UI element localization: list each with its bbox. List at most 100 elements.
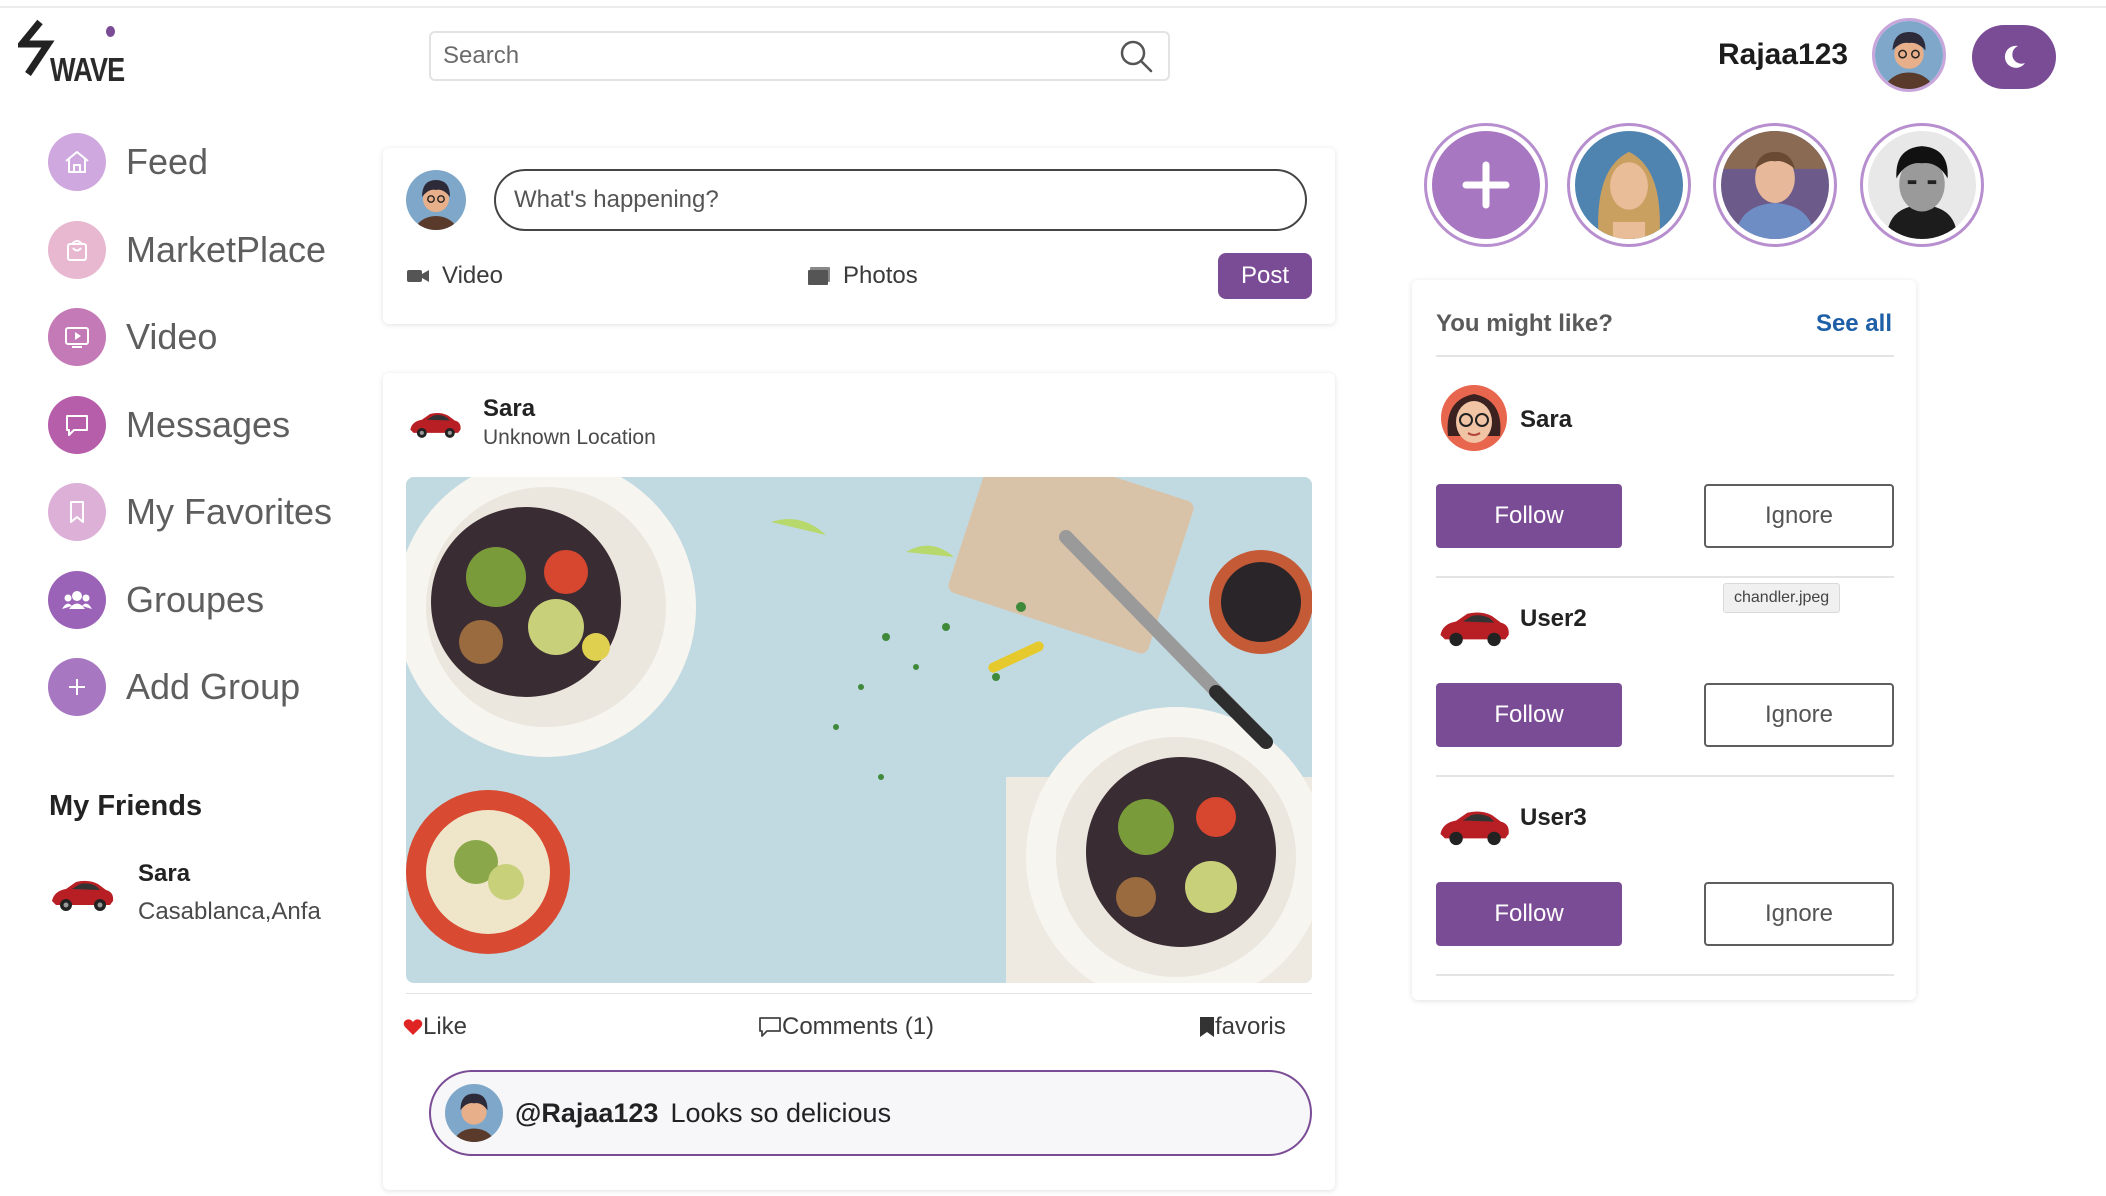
post-composer: Video Photos Post <box>383 148 1335 324</box>
add-story-circle <box>1432 131 1540 239</box>
comment-avatar-image <box>445 1084 503 1142</box>
suggestion-avatar[interactable] <box>1436 384 1512 452</box>
follow-button[interactable]: Follow <box>1436 683 1622 747</box>
chat-icon <box>48 395 106 454</box>
ignore-button[interactable]: Ignore <box>1704 683 1894 747</box>
comment-text: Looks so delicious <box>670 1097 892 1128</box>
add-story-button[interactable] <box>1424 123 1548 247</box>
suggestion-name[interactable]: Sara <box>1520 406 1572 434</box>
post-divider <box>406 993 1312 994</box>
food-photo <box>406 477 1312 983</box>
current-username[interactable]: Rajaa123 <box>1718 38 1848 72</box>
avatar <box>445 1084 503 1142</box>
favoris-button[interactable]: favoris <box>1199 1013 1286 1041</box>
story-1-photo <box>1575 131 1683 239</box>
divider <box>1436 974 1894 976</box>
suggestion-avatar[interactable] <box>1436 791 1512 859</box>
home-icon <box>48 133 106 191</box>
suggestion-name[interactable]: User3 <box>1520 804 1587 832</box>
ignore-button[interactable]: Ignore <box>1704 484 1894 548</box>
favoris-label: favoris <box>1215 1013 1286 1040</box>
suggestion-avatar[interactable] <box>1436 592 1512 660</box>
shopping-bag-icon <box>48 220 106 279</box>
bookmark-icon <box>48 483 106 541</box>
friend-location: Casablanca,Anfa <box>138 898 321 925</box>
friends-section-title: My Friends <box>49 790 203 822</box>
video-camera-icon <box>407 270 429 282</box>
follow-button[interactable]: Follow <box>1436 484 1622 548</box>
composer-avatar-image <box>406 170 466 230</box>
composer-input[interactable] <box>494 169 1307 231</box>
post-card: Sara Unknown Location Like Comments (1) … <box>383 373 1335 1190</box>
sidebar-item-label: Messages <box>126 403 291 445</box>
moon-icon <box>2004 45 2025 68</box>
sidebar-item-label: Groupes <box>126 578 265 620</box>
plus-icon <box>48 658 106 716</box>
post-image[interactable] <box>406 477 1312 983</box>
see-all-link[interactable]: See all <box>1816 310 1892 338</box>
logo-text: WAVE <box>50 51 125 88</box>
sidebar-item-feed[interactable]: Feed <box>48 133 332 191</box>
search-icon[interactable] <box>1116 36 1156 76</box>
avatar[interactable] <box>406 170 466 230</box>
story-2-photo <box>1721 131 1829 239</box>
comments-label: Comments (1) <box>782 1013 935 1040</box>
like-button[interactable]: Like <box>403 1013 467 1041</box>
group-icon <box>48 570 106 629</box>
follow-button[interactable]: Follow <box>1436 882 1622 946</box>
heart-icon <box>403 1019 423 1035</box>
bookmark-icon <box>1200 1017 1214 1037</box>
ignore-button[interactable]: Ignore <box>1704 882 1894 946</box>
logo-dot <box>106 26 115 37</box>
divider <box>1436 775 1894 777</box>
sidebar-item-messages[interactable]: Messages <box>48 395 332 454</box>
comment-icon <box>759 1017 781 1037</box>
search-bar[interactable] <box>429 31 1170 81</box>
top-divider <box>0 6 2106 8</box>
photos-button-label: Photos <box>843 262 918 289</box>
video-button-label: Video <box>442 262 503 289</box>
plus-icon <box>1462 161 1510 209</box>
photos-button[interactable]: Photos <box>807 262 918 290</box>
story-2-image <box>1721 131 1829 239</box>
search-input[interactable] <box>431 33 1116 79</box>
sidebar-item-label: Feed <box>126 141 209 182</box>
avatar-image <box>1875 21 1943 89</box>
story-3-image <box>1868 131 1976 239</box>
sidebar-item-marketplace[interactable]: MarketPlace <box>48 220 332 279</box>
tooltip: chandler.jpeg <box>1723 583 1841 613</box>
comment-box[interactable]: @Rajaa123 Looks so delicious <box>429 1070 1312 1156</box>
sidebar-item-groupes[interactable]: Groupes <box>48 570 332 629</box>
story-2[interactable] <box>1713 123 1837 247</box>
theme-toggle-button[interactable] <box>1972 25 2056 89</box>
sidebar-item-label: MarketPlace <box>126 228 327 270</box>
app-logo[interactable]: WAVE <box>14 18 130 88</box>
sidebar-item-label: My Favorites <box>126 491 333 532</box>
divider <box>1436 355 1894 357</box>
divider <box>1436 576 1894 578</box>
post-author-avatar[interactable] <box>407 403 463 443</box>
story-1[interactable] <box>1567 123 1691 247</box>
video-button[interactable]: Video <box>406 262 503 290</box>
comments-button[interactable]: Comments (1) <box>758 1013 934 1041</box>
like-label: Like <box>423 1013 468 1040</box>
avatar[interactable] <box>1872 18 1946 92</box>
suggestions-panel: You might like? See all Sara Follow Igno… <box>1412 280 1916 1000</box>
sidebar-item-video[interactable]: Video <box>48 308 332 366</box>
sidebar-item-label: Video <box>126 316 218 357</box>
post-button[interactable]: Post <box>1218 253 1312 299</box>
sidebar-item-add-group[interactable]: Add Group <box>48 658 332 716</box>
story-3[interactable] <box>1860 123 1984 247</box>
post-author-name[interactable]: Sara <box>483 395 535 423</box>
sidebar-item-label: Add Group <box>126 666 301 707</box>
story-3-photo <box>1868 131 1976 239</box>
friend-avatar <box>52 880 114 911</box>
video-screen-icon <box>48 308 106 366</box>
friend-item[interactable]: Sara Casablanca,Anfa <box>48 860 321 926</box>
comment-username[interactable]: @Rajaa123 <box>515 1098 658 1129</box>
sidebar-nav: Feed MarketPlace Video Messages My Favor… <box>48 133 332 746</box>
sidebar-item-favorites[interactable]: My Favorites <box>48 483 332 541</box>
suggestion-name[interactable]: User2 <box>1520 605 1587 633</box>
post-location: Unknown Location <box>483 426 656 449</box>
suggestions-title: You might like? <box>1436 310 1613 337</box>
